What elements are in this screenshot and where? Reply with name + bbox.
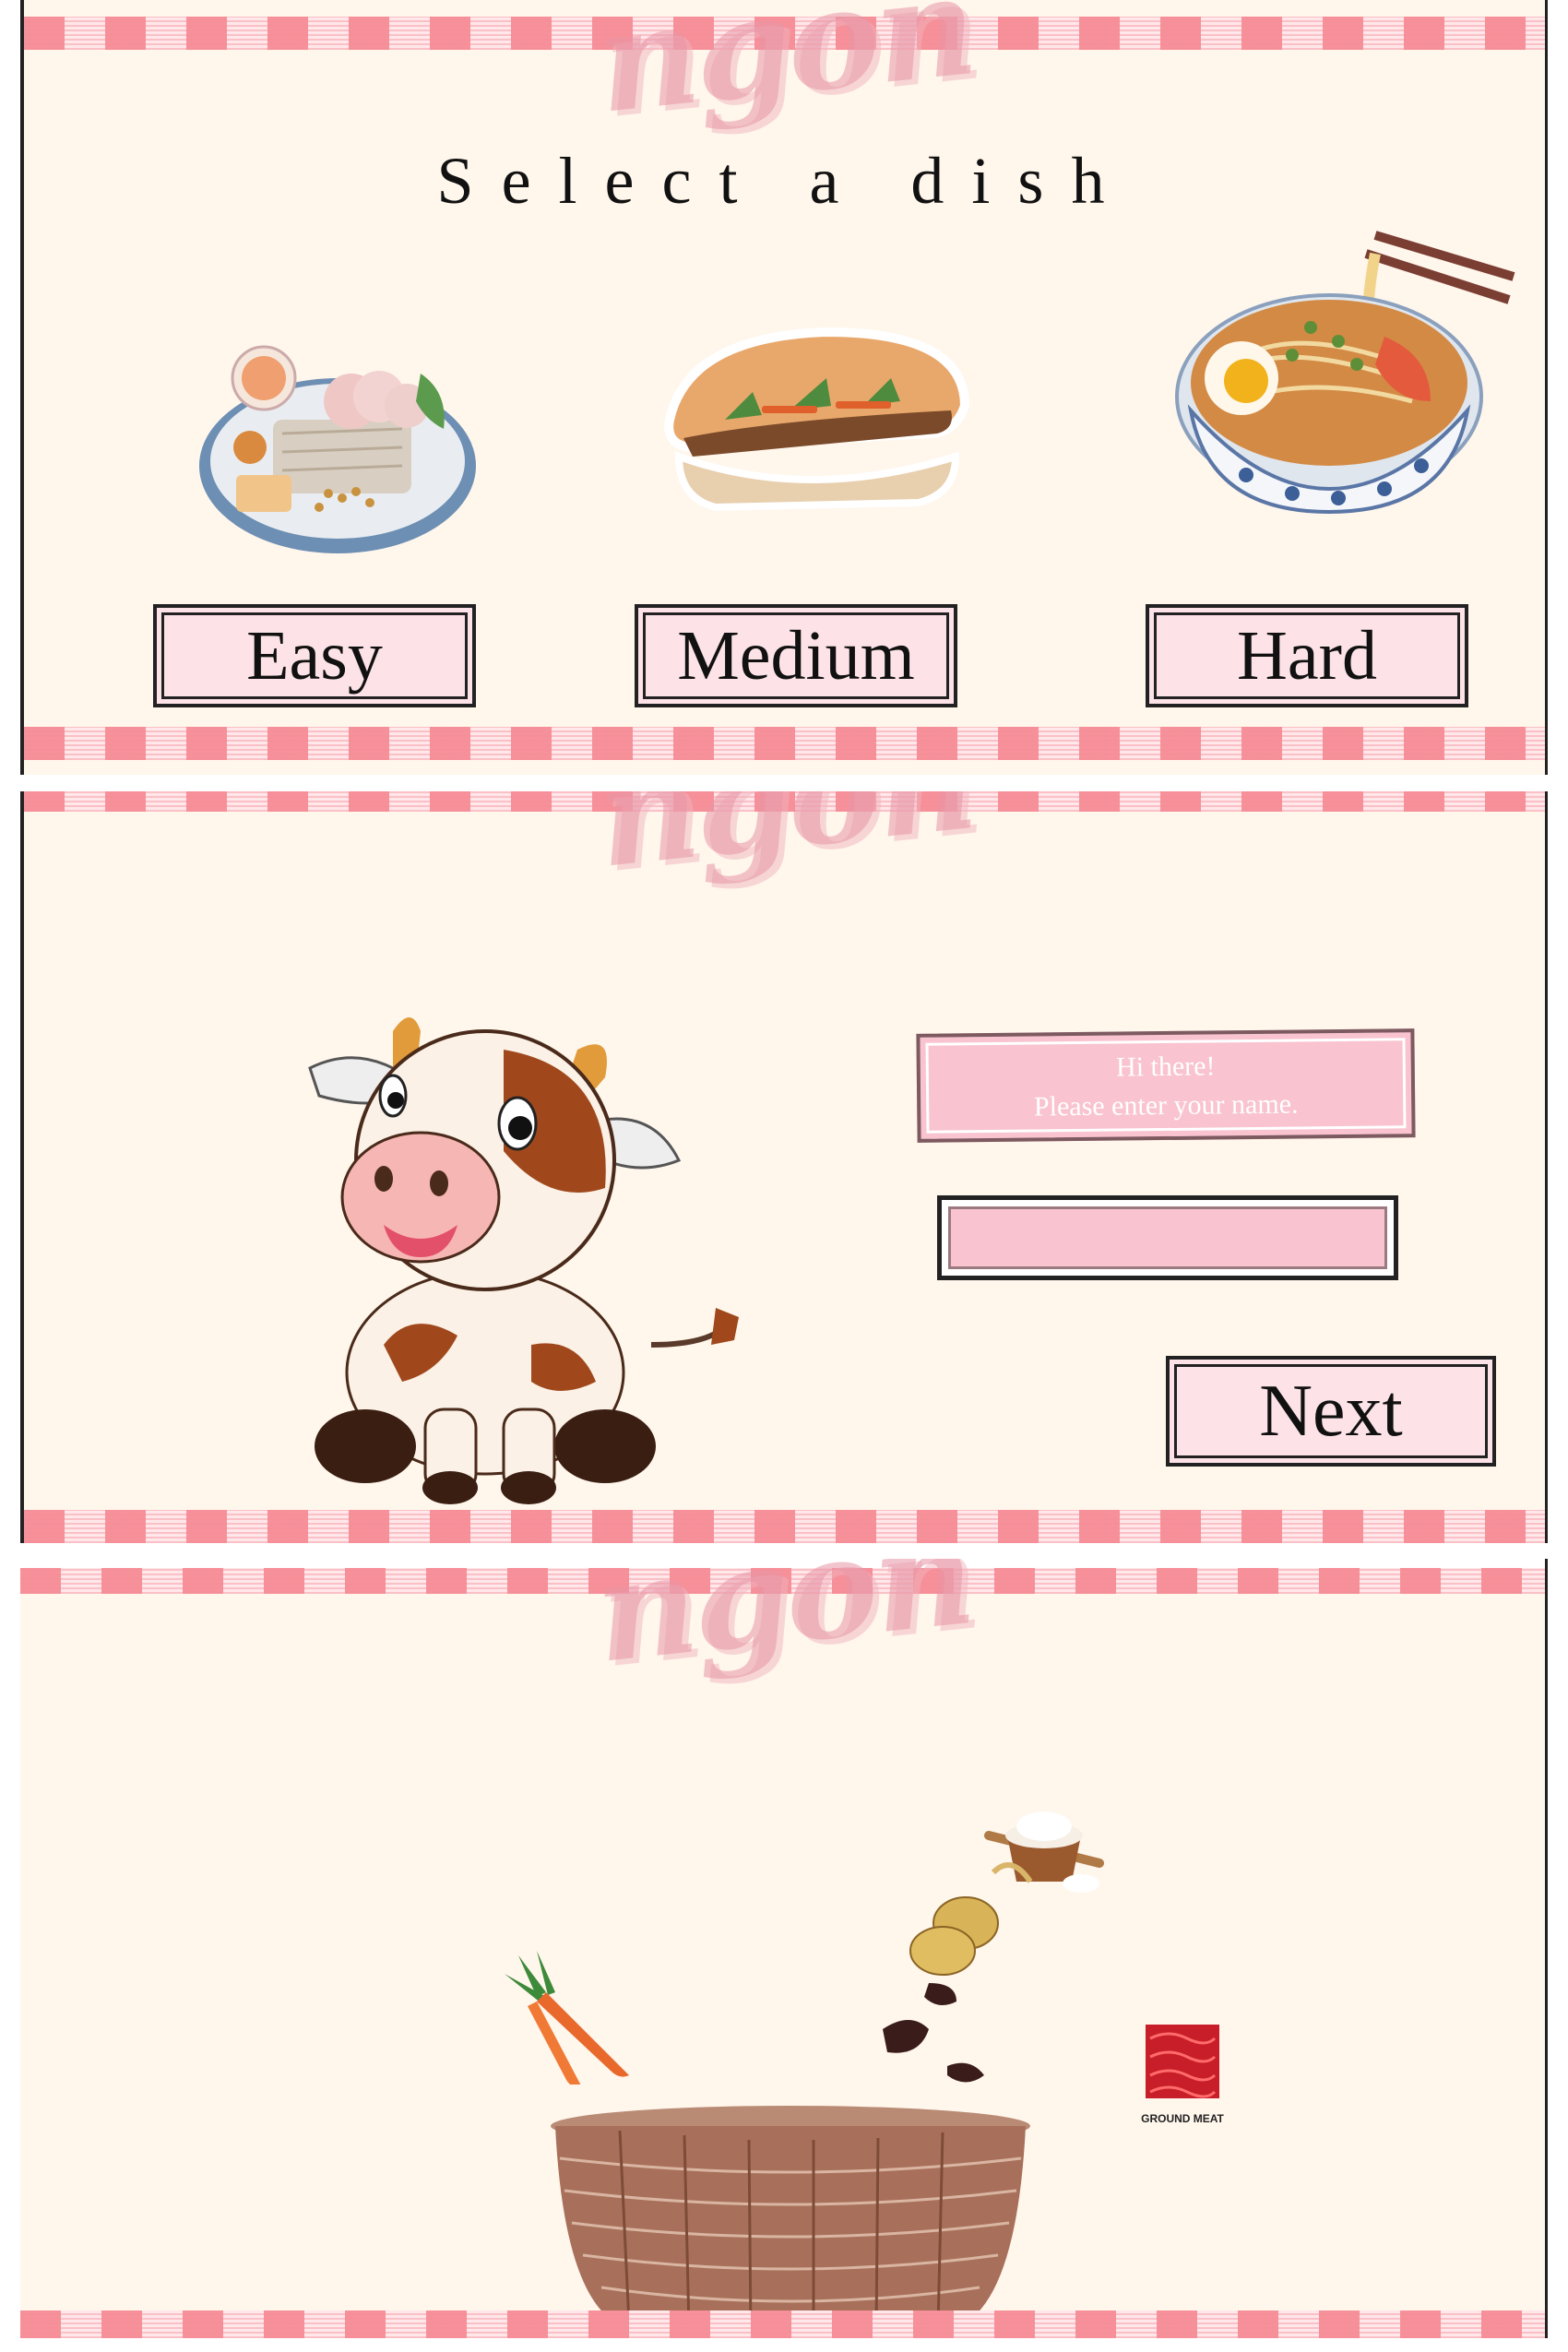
gingham-border-bottom [24,727,1545,760]
name-input[interactable] [937,1195,1398,1280]
easy-button[interactable]: Easy [153,604,476,707]
carrot-icon[interactable] [500,1946,647,2085]
greeting-line-1: Hi there! [1115,1051,1216,1083]
game-logo: ngon [588,0,980,145]
noodle-soup-icon[interactable] [1172,226,1523,567]
page-title: Select a dish [436,144,1133,218]
dried-mushroom-icon[interactable] [873,1974,1003,2103]
select-dish-screen: ngon Select a dish Easy Medium Hard [20,0,1548,775]
rice-roll-platter-icon[interactable] [181,309,485,567]
next-button[interactable]: Next [1166,1356,1496,1467]
medium-button[interactable]: Medium [635,604,957,707]
greeting-banner: Hi there! Please enter your name. [916,1028,1416,1143]
ground-meat-icon[interactable] [1141,2020,1224,2103]
game-logo: ngon [587,1559,979,1694]
greeting-line-2: Please enter your name. [1033,1088,1299,1123]
gingham-border-bottom [24,1510,1545,1543]
potato-icon[interactable] [906,1891,1007,1983]
gingham-border-bottom [20,2310,1545,2338]
ground-meat-label: GROUND MEAT [1141,2112,1224,2125]
hard-button[interactable]: Hard [1146,604,1468,707]
enter-name-screen: ngon Hi there! Please enter your name. N… [20,791,1548,1543]
flour-icon[interactable] [980,1799,1118,1900]
basket-icon[interactable] [546,2103,1035,2334]
cow-icon [273,1013,762,1511]
ingredients-screen: ngon GROUND MEAT [20,1559,1548,2338]
game-logo: ngon [588,791,980,899]
banh-mi-icon[interactable] [651,318,983,521]
